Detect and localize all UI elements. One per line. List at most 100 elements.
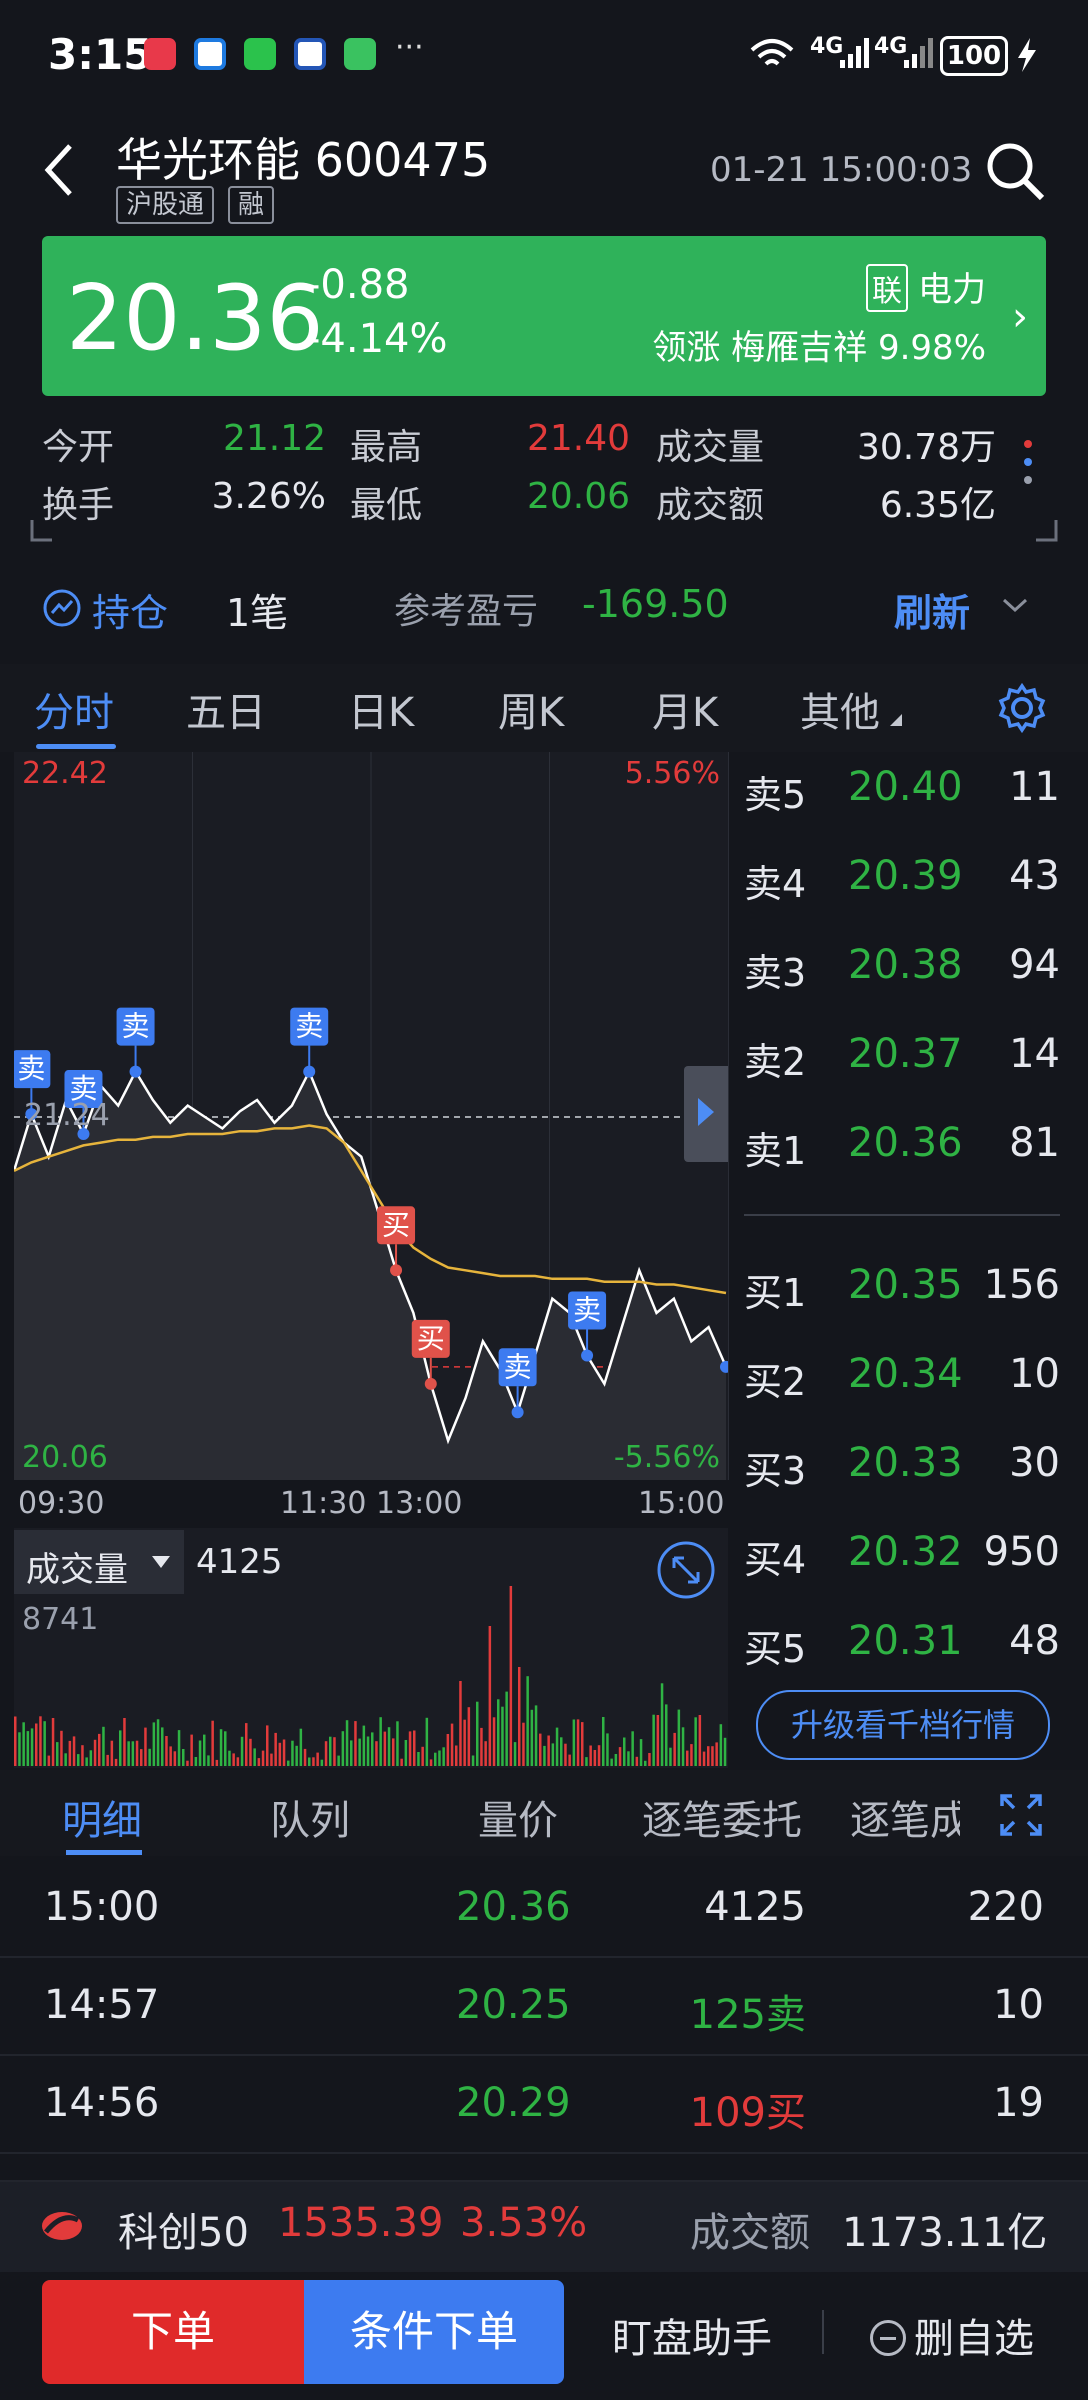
volume-bar xyxy=(522,1722,525,1766)
chart-ref-label: 21.24 xyxy=(24,1098,110,1133)
bid-price[interactable]: 20.32 xyxy=(848,1529,963,1575)
bid-price[interactable]: 20.33 xyxy=(848,1440,963,1486)
volume-indicator-select[interactable]: 成交量 xyxy=(14,1530,184,1594)
ask-label: 卖2 xyxy=(744,1040,807,1084)
volume-bar xyxy=(198,1740,202,1766)
remove-watchlist-button[interactable]: 删自选 xyxy=(870,2306,1034,2364)
price-area xyxy=(14,1071,726,1480)
tab-intraday[interactable]: 分时 xyxy=(34,680,114,738)
trade-price: 20.36 xyxy=(456,1884,571,1930)
volume-bar xyxy=(228,1750,231,1766)
volume-bar xyxy=(51,1718,55,1766)
chart-bottom-pct: -5.56% xyxy=(613,1440,720,1475)
volume-bar xyxy=(316,1752,319,1766)
tab-queue[interactable]: 队列 xyxy=(270,1788,350,1846)
bid-label: 买3 xyxy=(744,1449,807,1493)
volume-bar xyxy=(362,1725,366,1766)
chevron-down-icon[interactable] xyxy=(1000,594,1030,618)
volume-bar xyxy=(274,1732,277,1766)
upgrade-depth-button[interactable]: 升级看千档行情 xyxy=(756,1690,1050,1760)
volume-bar xyxy=(26,1731,30,1766)
volume-bar xyxy=(597,1745,601,1766)
dropdown-corner-icon xyxy=(890,714,902,726)
volume-bar xyxy=(526,1676,529,1766)
volume-bar xyxy=(114,1758,118,1766)
position-row[interactable]: 持仓 1笔 参考盈亏 -169.50 刷新 xyxy=(0,572,1088,644)
volume-bar xyxy=(623,1737,626,1766)
watch-assistant-button[interactable]: 盯盘助手 xyxy=(612,2306,772,2364)
tab-tick-orders[interactable]: 逐笔委托 xyxy=(642,1788,802,1846)
trade-marker-label: 卖 xyxy=(122,1010,150,1043)
dropdown-arrow-icon xyxy=(152,1556,170,1568)
sector-link[interactable]: 联电力 xyxy=(866,262,986,312)
ask-price[interactable]: 20.39 xyxy=(848,853,963,899)
ask-price[interactable]: 20.40 xyxy=(848,764,963,810)
price-banner[interactable]: 20.36 -0.88 -4.14% 联电力 领涨 梅雁吉祥 9.98% › xyxy=(42,236,1046,396)
tab-tick-trades[interactable]: 逐笔成交 xyxy=(850,1788,960,1846)
fullscreen-icon[interactable] xyxy=(656,1540,716,1600)
volume-bar xyxy=(673,1732,676,1766)
expand-corner-icon[interactable] xyxy=(1034,520,1058,544)
back-icon[interactable] xyxy=(40,140,80,200)
position-count: 1笔 xyxy=(226,591,289,635)
pnl-label: 参考盈亏 xyxy=(394,591,539,632)
expand-arrows-icon[interactable] xyxy=(998,1792,1044,1838)
volume-bar xyxy=(660,1683,664,1766)
stat-label: 最低 xyxy=(350,485,423,526)
status-time: 3:15 xyxy=(48,30,153,79)
bid-volume: 48 xyxy=(1009,1618,1060,1664)
volume-bar xyxy=(505,1691,508,1766)
volume-bar xyxy=(295,1745,298,1766)
volume-bar xyxy=(404,1740,408,1766)
volume-bar xyxy=(585,1757,588,1766)
trade-price: 20.25 xyxy=(456,1982,571,2028)
app-notification-icon xyxy=(344,38,376,70)
volume-bar xyxy=(203,1734,206,1766)
tab-daily-k[interactable]: 日K xyxy=(348,680,414,738)
gear-icon[interactable] xyxy=(996,682,1048,734)
stat-label: 成交量 xyxy=(656,427,765,468)
ask-price[interactable]: 20.37 xyxy=(848,1031,963,1077)
intraday-chart-svg[interactable]: 卖卖卖 卖买买卖卖 xyxy=(14,752,728,1480)
volume-bar xyxy=(627,1751,630,1766)
bid-price[interactable]: 20.34 xyxy=(848,1351,963,1397)
search-icon[interactable] xyxy=(984,140,1048,204)
current-price: 20.36 xyxy=(66,266,324,371)
conditional-order-button[interactable]: 条件下单 xyxy=(304,2280,564,2384)
volume-bar xyxy=(43,1721,46,1766)
volume-bar xyxy=(497,1699,500,1766)
trade-num: 19 xyxy=(993,2080,1044,2126)
charging-icon xyxy=(1018,38,1036,72)
volume-bar xyxy=(358,1738,361,1766)
index-ticker-bar[interactable]: 科创50 1535.39 3.53% 成交额 1173.11亿 xyxy=(0,2180,1088,2272)
volume-bar xyxy=(14,1716,17,1766)
trade-time: 14:57 xyxy=(44,1982,160,2028)
volume-bar xyxy=(156,1719,160,1766)
tag-margin: 融 xyxy=(228,186,275,224)
volume-bar xyxy=(77,1754,80,1766)
refresh-button[interactable]: 刷新 xyxy=(894,582,970,637)
price-change: -0.88 xyxy=(306,262,410,308)
bid-price[interactable]: 20.31 xyxy=(848,1618,963,1664)
tab-detail[interactable]: 明细 xyxy=(62,1788,142,1846)
volume-bar xyxy=(282,1739,286,1766)
volume-indicator-label: 成交量 xyxy=(26,1550,128,1590)
tab-monthly-k[interactable]: 月K xyxy=(652,680,718,738)
tab-five-day[interactable]: 五日 xyxy=(186,680,266,738)
intraday-chart[interactable]: 卖卖卖卖买买卖卖 22.42 5.56% 20.06 -5.56% 21.24 xyxy=(14,752,729,1480)
tab-weekly-k[interactable]: 周K xyxy=(498,680,564,738)
volume-bar xyxy=(144,1727,147,1766)
ask-price[interactable]: 20.38 xyxy=(848,942,963,988)
trade-row: 14:56 20.29 109买 19 xyxy=(0,2056,1088,2154)
tab-other[interactable]: 其他 xyxy=(800,680,880,738)
ask-price[interactable]: 20.36 xyxy=(848,1120,963,1166)
volume-bar xyxy=(72,1736,76,1766)
play-right-icon xyxy=(698,1098,714,1126)
tab-volume-price[interactable]: 量价 xyxy=(478,1788,558,1846)
bid-price[interactable]: 20.35 xyxy=(848,1262,963,1308)
volume-bar xyxy=(631,1731,634,1766)
trade-marker-label: 买 xyxy=(382,1208,410,1241)
place-order-button[interactable]: 下单 xyxy=(42,2280,304,2384)
volume-bar xyxy=(564,1743,567,1766)
chart-collapse-handle[interactable] xyxy=(684,1066,728,1162)
